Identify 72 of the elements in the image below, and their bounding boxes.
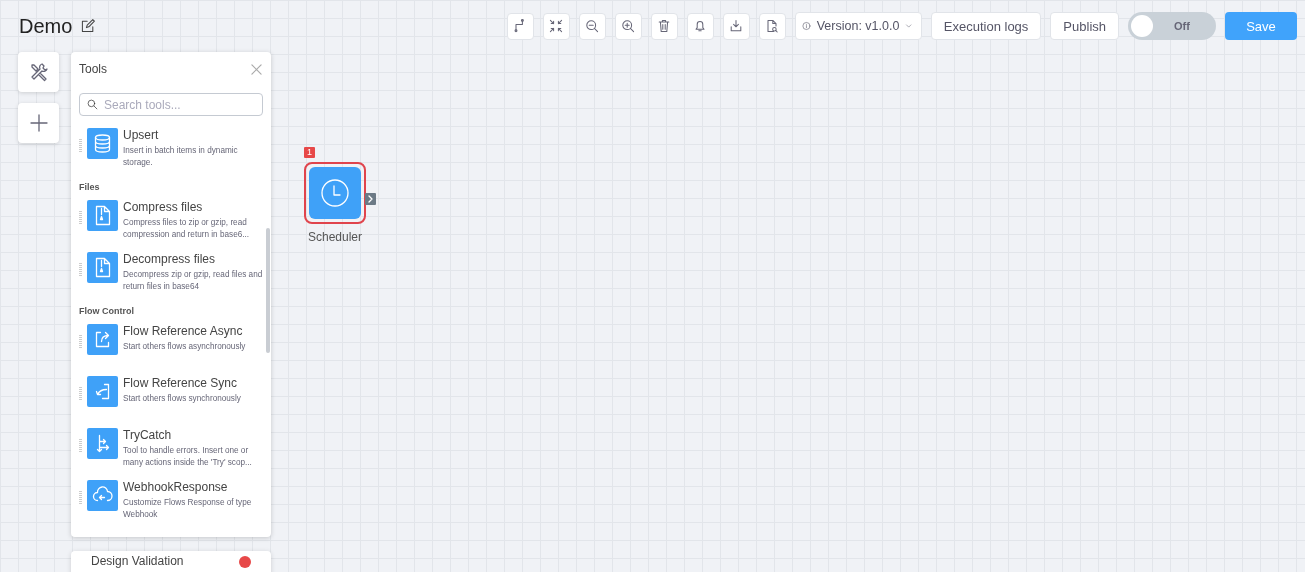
clock-icon — [320, 178, 350, 208]
publish-button[interactable]: Publish — [1050, 12, 1119, 40]
tool-name: Decompress files — [123, 252, 217, 267]
tool-description: Customize Flows Response of type Webhook — [123, 497, 253, 520]
tool-item[interactable]: WebhookResponse Customize Flows Response of type Webhook — [79, 480, 266, 532]
tool-item[interactable]: Decompress files Decompress zip or gzip, read files and return files in base64 — [79, 252, 266, 304]
count-badge: 1 — [304, 147, 315, 158]
tool-name: Compress files — [123, 200, 204, 215]
zip-file-icon — [87, 200, 118, 231]
drag-handle-icon[interactable] — [79, 439, 82, 453]
cloud-icon — [87, 480, 118, 511]
info-icon — [801, 20, 811, 32]
section-heading: Flow Control — [79, 306, 135, 316]
zoom-in-button[interactable] — [614, 12, 642, 40]
panel-title: Tools — [79, 62, 107, 76]
close-icon[interactable] — [251, 63, 262, 75]
zoom-out-icon — [584, 18, 601, 34]
toggle-switch[interactable]: Off — [1128, 12, 1216, 40]
version-dropdown[interactable]: Version: v1.0.0 — [794, 12, 922, 40]
section-heading: Files — [79, 182, 101, 192]
tool-description: Start others flows synchronously — [123, 393, 242, 405]
share-icon — [87, 324, 118, 355]
file-search-icon — [764, 18, 781, 34]
branch-icon — [87, 428, 118, 459]
fit-button[interactable] — [542, 12, 570, 40]
tool-name: TryCatch — [123, 428, 173, 443]
return-icon — [87, 376, 118, 407]
tool-item[interactable]: TryCatch Tool to handle errors. Insert one or many actions inside the 'Try' scop... — [79, 428, 266, 480]
trash-button[interactable] — [650, 12, 678, 40]
download-button[interactable] — [722, 12, 750, 40]
search-icon — [87, 99, 98, 110]
zoom-in-icon — [620, 18, 637, 34]
tool-item[interactable]: Upsert Insert in batch items in dynamic storage. — [79, 128, 266, 180]
file-search-button[interactable] — [758, 12, 786, 40]
node-label: Scheduler — [307, 230, 362, 244]
drag-handle-icon[interactable] — [79, 139, 82, 153]
tool-item[interactable]: Flow Reference Sync Start others flows synchronously — [79, 376, 266, 428]
zip-file-icon — [87, 252, 118, 283]
edit-icon[interactable] — [80, 18, 97, 34]
tool-description: Start others flows asynchronously — [123, 341, 247, 353]
add-button[interactable] — [18, 103, 59, 143]
plus-icon — [28, 113, 49, 133]
zoom-out-button[interactable] — [578, 12, 606, 40]
chevron-down-icon — [905, 21, 913, 31]
tool-item[interactable]: Flow Reference Async Start others flows asynchronously — [79, 324, 266, 376]
tool-name: Flow Reference Sync — [123, 376, 239, 391]
tool-description: Tool to handle errors. Insert one or many actions inside the 'Try' scop... — [123, 445, 253, 468]
drag-handle-icon[interactable] — [79, 491, 82, 505]
tools-icon — [28, 62, 49, 82]
bell-button[interactable] — [686, 12, 714, 40]
error-dot — [239, 556, 251, 568]
scrollbar-thumb[interactable] — [266, 228, 270, 353]
drag-handle-icon[interactable] — [79, 263, 82, 277]
tool-name: Upsert — [123, 128, 160, 143]
flow-title: Demo — [19, 14, 73, 39]
drag-handle-icon[interactable] — [79, 211, 82, 225]
database-icon — [87, 128, 118, 159]
tool-name: WebhookResponse — [123, 480, 229, 495]
drag-handle-icon[interactable] — [79, 335, 82, 349]
execution-logs-button[interactable]: Execution logs — [930, 12, 1042, 40]
panel-title: Design Validation — [91, 554, 184, 568]
tool-description: Compress files to zip or gzip, read compression and return in base6... — [123, 217, 251, 240]
route-button[interactable] — [506, 12, 534, 40]
tool-description: Decompress zip or gzip, read files and return files in base64 — [123, 269, 264, 292]
tool-item[interactable]: Compress files Compress files to zip or gzip, read compression and return in base6... — [79, 200, 266, 252]
output-handle-icon[interactable] — [365, 193, 376, 205]
fit-icon — [548, 18, 565, 34]
tools-button[interactable] — [18, 52, 59, 92]
search-field[interactable]: Search tools... — [79, 93, 263, 116]
tool-name: Flow Reference Async — [123, 324, 244, 339]
tool-description: Insert in batch items in dynamic storage. — [123, 145, 239, 168]
drag-handle-icon[interactable] — [79, 387, 82, 401]
